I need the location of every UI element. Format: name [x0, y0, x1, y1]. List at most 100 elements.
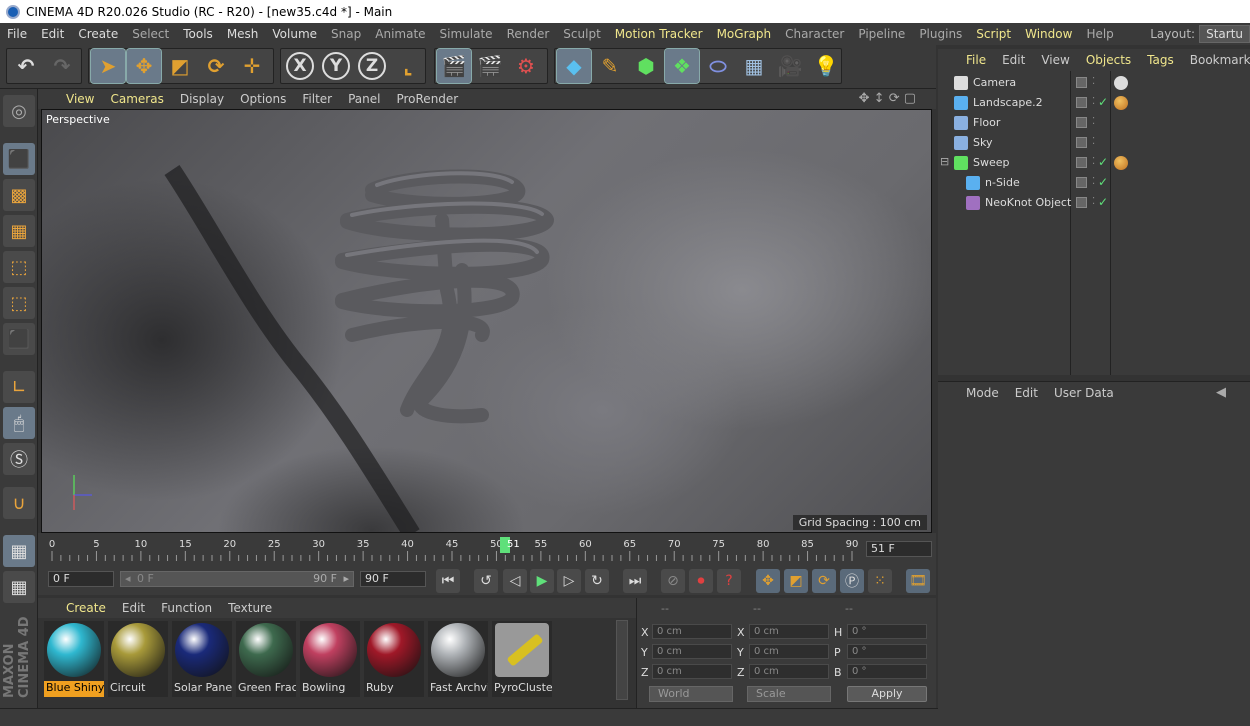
menu-character[interactable]: Character [778, 27, 851, 41]
object-name[interactable]: NeoKnot Object [985, 196, 1071, 209]
key-pla-icon[interactable]: ⁙ [868, 569, 892, 593]
am-menu-edit[interactable]: Edit [1007, 386, 1046, 400]
viewport-menu-view[interactable]: View [58, 92, 102, 106]
viewport-3d[interactable]: Perspective Grid Spacing : 100 cm [41, 109, 932, 533]
material-scrollbar[interactable] [616, 620, 628, 700]
object-row[interactable]: Sky ⁚ [938, 133, 1250, 153]
key-parameter-icon[interactable]: Ⓟ [840, 569, 864, 593]
layer-icon[interactable] [1076, 77, 1087, 88]
menu-file[interactable]: File [0, 27, 34, 41]
object-row[interactable]: n-Side ⁚ ✓ [938, 173, 1250, 193]
material-menu-create[interactable]: Create [58, 601, 114, 615]
material-menu-texture[interactable]: Texture [220, 601, 280, 615]
axis-mode-icon[interactable]: ∟ [3, 371, 35, 403]
rotation-h-field[interactable]: 0 ° [847, 624, 927, 639]
y-axis-icon[interactable]: Y [319, 49, 353, 83]
om-menu-tags[interactable]: Tags [1139, 53, 1182, 67]
material-thumbnail[interactable]: Circuit [108, 621, 168, 697]
model-mode-icon[interactable]: ⬛ [3, 143, 35, 175]
menu-plugins[interactable]: Plugins [912, 27, 969, 41]
light-icon[interactable]: 💡 [809, 49, 843, 83]
key-scale-icon[interactable]: ◩ [784, 569, 808, 593]
points-mode-icon[interactable]: ⬚ [3, 251, 35, 283]
visibility-dots-icon[interactable]: ⁚ [1092, 156, 1095, 167]
menu-snap[interactable]: Snap [324, 27, 368, 41]
menu-mograph[interactable]: MoGraph [710, 27, 779, 41]
scale-icon[interactable]: ◩ [163, 49, 197, 83]
material-thumbnail[interactable]: PyroCluster [492, 621, 552, 697]
autokeying-icon[interactable]: ⏺ [689, 569, 713, 593]
subdivision-icon[interactable]: ⬢ [629, 49, 663, 83]
viewport-menu-panel[interactable]: Panel [340, 92, 388, 106]
play-icon[interactable]: ▶ [530, 569, 554, 593]
locked-workplane-icon[interactable]: ▦ [3, 535, 35, 567]
collapse-toggle-icon[interactable]: ⊟ [940, 155, 949, 168]
om-menu-objects[interactable]: Objects [1078, 53, 1139, 67]
object-name[interactable]: Camera [973, 76, 1016, 89]
material-thumbnail[interactable]: Green Frac [236, 621, 296, 697]
keyframe-selection-icon[interactable]: ? [717, 569, 741, 593]
go-to-end-icon[interactable]: ⏭ [623, 569, 647, 593]
next-frame-icon[interactable]: ▷ [557, 569, 581, 593]
object-row[interactable]: Landscape.2 ⁚ ✓ [938, 93, 1250, 113]
cube-icon[interactable]: ◆ [556, 48, 592, 84]
next-key-icon[interactable]: ↻ [585, 569, 609, 593]
menu-pipeline[interactable]: Pipeline [851, 27, 912, 41]
size-x-field[interactable]: 0 cm [749, 624, 829, 639]
layout-value[interactable]: Startu [1199, 25, 1250, 43]
layer-icon[interactable] [1076, 117, 1087, 128]
redo-icon[interactable]: ↷ [45, 49, 79, 83]
key-position-icon[interactable]: ✥ [756, 569, 780, 593]
material-thumbnail[interactable]: Solar Panel [172, 621, 232, 697]
start-frame-field[interactable]: 0 F [48, 571, 114, 587]
position-y-field[interactable]: 0 cm [652, 644, 732, 659]
enabled-check-icon[interactable]: ✓ [1098, 95, 1108, 109]
go-to-start-icon[interactable]: ⏮ [436, 569, 460, 593]
viewport-menu-cameras[interactable]: Cameras [102, 92, 171, 106]
menu-volume[interactable]: Volume [265, 27, 324, 41]
material-tag-icon[interactable] [1114, 96, 1128, 110]
enabled-check-icon[interactable]: ✓ [1098, 155, 1108, 169]
frame-range-slider[interactable]: ◂ 0 F 90 F ▸ [120, 571, 354, 587]
material-thumbnail[interactable]: Ruby [364, 621, 424, 697]
menu-create[interactable]: Create [71, 27, 125, 41]
om-menu-bookmarks[interactable]: Bookmarks [1182, 53, 1250, 67]
range-right-arrow-icon[interactable]: ▸ [343, 572, 349, 585]
size-mode-dropdown[interactable]: Scale [747, 686, 831, 702]
viewport-menu-filter[interactable]: Filter [294, 92, 340, 106]
object-name[interactable]: Sweep [973, 156, 1010, 169]
z-axis-icon[interactable]: Z [355, 49, 389, 83]
object-row[interactable]: Sweep ⁚ ✓ ⊟ [938, 153, 1250, 173]
object-name[interactable]: n-Side [985, 176, 1020, 189]
apply-button[interactable]: Apply [847, 686, 927, 702]
live-selection-icon[interactable]: ✛ [235, 49, 269, 83]
back-arrow-icon[interactable]: ◀ [1216, 385, 1226, 400]
texture-mode-icon[interactable]: ▩ [3, 179, 35, 211]
make-editable-icon[interactable]: ◎ [3, 95, 35, 127]
om-menu-view[interactable]: View [1033, 53, 1077, 67]
visibility-dots-icon[interactable]: ⁚ [1092, 76, 1095, 87]
render-settings-icon[interactable]: ⚙ [509, 49, 543, 83]
x-axis-icon[interactable]: X [283, 49, 317, 83]
menu-tools[interactable]: Tools [176, 27, 220, 41]
tweak-mode-icon[interactable]: 🖱 [3, 407, 35, 439]
layer-icon[interactable] [1076, 197, 1087, 208]
viewport-menu-options[interactable]: Options [232, 92, 294, 106]
size-z-field[interactable]: 0 cm [749, 664, 829, 679]
object-name[interactable]: Sky [973, 136, 992, 149]
material-thumbnail[interactable]: Fast Archvi [428, 621, 488, 697]
undo-icon[interactable]: ↶ [9, 49, 43, 83]
enabled-check-icon[interactable]: ✓ [1098, 175, 1108, 189]
menu-simulate[interactable]: Simulate [433, 27, 500, 41]
viewport-menu-display[interactable]: Display [172, 92, 232, 106]
previous-frame-icon[interactable]: ◁ [503, 569, 527, 593]
nurbs-icon[interactable]: ⬭ [701, 49, 735, 83]
visibility-dots-icon[interactable]: ⁚ [1092, 96, 1095, 107]
visibility-dots-icon[interactable]: ⁚ [1092, 196, 1095, 207]
layout-selector[interactable]: Layout: Startu [1150, 23, 1250, 45]
position-x-field[interactable]: 0 cm [652, 624, 732, 639]
om-menu-edit[interactable]: Edit [994, 53, 1033, 67]
array-icon[interactable]: ❖ [664, 48, 700, 84]
material-menu-function[interactable]: Function [153, 601, 220, 615]
menu-edit[interactable]: Edit [34, 27, 71, 41]
